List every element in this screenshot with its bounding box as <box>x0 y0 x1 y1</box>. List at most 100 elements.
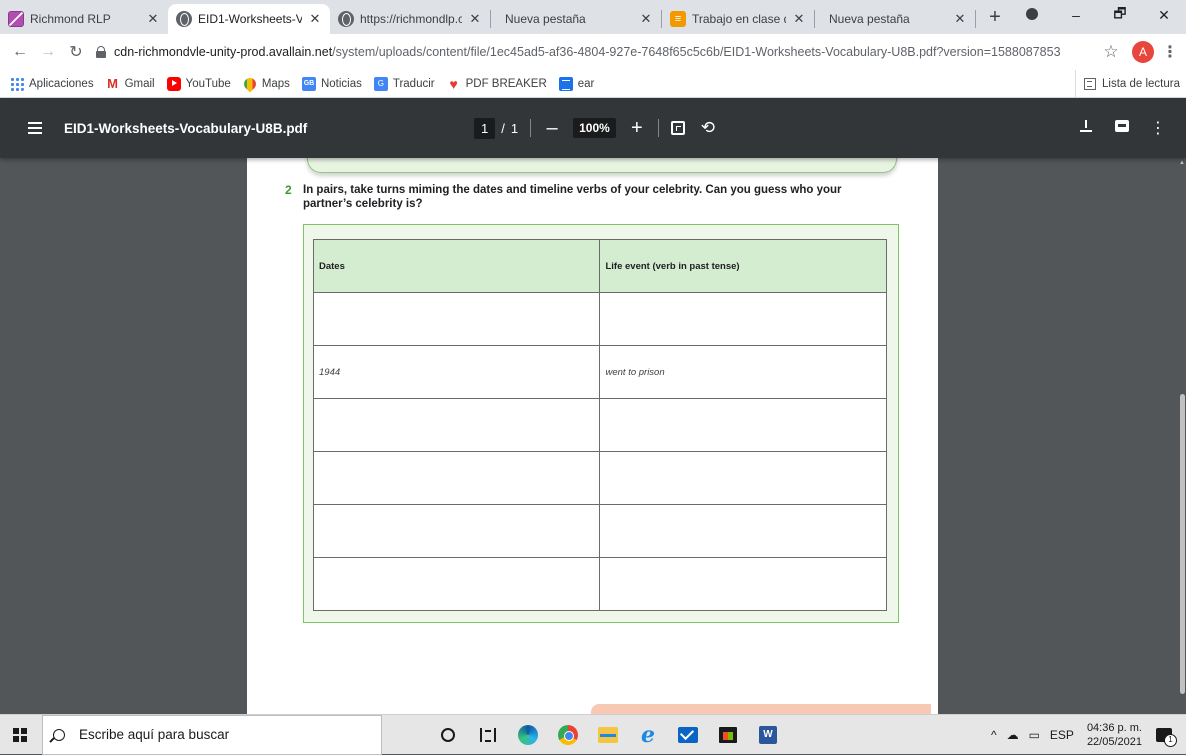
table-frame: Dates Life event (verb in past tense) 19… <box>303 224 899 623</box>
network-icon[interactable]: ▭ <box>1029 728 1040 742</box>
windows-start-icon[interactable] <box>13 727 27 742</box>
bookmark-star-icon[interactable]: ☆ <box>1096 42 1126 62</box>
close-icon[interactable]: ✕ <box>468 11 482 27</box>
fit-to-page-icon[interactable] <box>670 121 685 135</box>
bookmark-youtube[interactable]: YouTube <box>166 76 231 91</box>
close-icon[interactable]: ✕ <box>639 11 653 27</box>
maps-icon <box>241 75 259 92</box>
mail-icon <box>678 726 698 743</box>
tab-title: EID1-Worksheets-Voca <box>198 12 302 26</box>
more-options-icon[interactable]: ⋮ <box>1140 118 1176 138</box>
close-window-button[interactable]: ✕ <box>1142 7 1186 24</box>
profile-menu-button[interactable] <box>1010 7 1054 23</box>
scroll-up-icon[interactable]: ▲ <box>1179 160 1185 166</box>
table-row <box>312 292 887 346</box>
close-icon[interactable]: ✕ <box>792 11 806 27</box>
forward-button[interactable]: → <box>34 43 62 61</box>
clock-time: 04:36 p. m. <box>1086 722 1142 734</box>
page-number-input[interactable]: 1 <box>474 117 496 139</box>
header-life-event: Life event (verb in past tense) <box>599 239 887 293</box>
notification-icon[interactable] <box>1156 728 1177 747</box>
zoom-level-input[interactable]: 100% <box>573 118 616 138</box>
download-button[interactable] <box>1068 119 1104 137</box>
internet-explorer-app[interactable]: e <box>628 715 668 755</box>
bookmark-aplicaciones[interactable]: Aplicaciones <box>10 76 94 91</box>
tray-chevron-icon[interactable]: ^ <box>991 728 997 742</box>
clock-date: 22/05/2021 <box>1086 736 1142 748</box>
tab-nueva-pestana-1[interactable]: Nueva pestaña ✕ <box>491 4 661 34</box>
ear-icon <box>558 76 573 91</box>
bookmark-noticias[interactable]: GB Noticias <box>301 76 362 91</box>
avatar[interactable]: A <box>1132 41 1154 63</box>
event-cell <box>599 398 887 452</box>
close-icon[interactable]: ✕ <box>146 11 160 27</box>
tab-title: Richmond RLP <box>30 12 111 26</box>
translate-icon: G <box>373 76 388 91</box>
windows-taskbar: Escribe aquí para buscar e W ^ ☁ ▭ ESP 0… <box>0 714 1186 755</box>
bookmark-label: Gmail <box>124 77 155 90</box>
word-app[interactable]: W <box>748 715 788 755</box>
task-view-button[interactable] <box>468 715 508 755</box>
zoom-in-button[interactable]: + <box>628 117 646 140</box>
back-button[interactable]: ← <box>6 43 34 61</box>
tab-richmond-rlp[interactable]: Richmond RLP ✕ <box>0 4 168 34</box>
globe-icon <box>176 11 192 27</box>
store-app[interactable] <box>708 715 748 755</box>
language-indicator[interactable]: ESP <box>1050 728 1074 742</box>
tab-nueva-pestana-2[interactable]: Nueva pestaña ✕ <box>815 4 975 34</box>
search-icon <box>53 728 65 741</box>
pdf-canvas[interactable]: 2 In pairs, take turns miming the dates … <box>0 158 1186 714</box>
menu-icon[interactable] <box>28 122 42 134</box>
event-cell <box>599 504 887 558</box>
bookmark-gmail[interactable]: M Gmail <box>106 76 155 91</box>
reading-list-button[interactable]: Lista de lectura <box>1075 70 1180 98</box>
table-row <box>312 451 887 505</box>
header-dates: Dates <box>312 239 601 293</box>
date-cell <box>312 292 601 346</box>
restore-button[interactable]: 🗗 <box>1098 3 1142 27</box>
bookmark-ear[interactable]: ear <box>558 76 594 91</box>
new-tab-button[interactable]: + <box>980 6 1010 29</box>
bookmark-maps[interactable]: Maps <box>241 75 290 92</box>
print-button[interactable] <box>1104 119 1140 137</box>
minimize-button[interactable]: – <box>1054 7 1098 23</box>
event-cell <box>599 451 887 505</box>
cloud-icon[interactable]: ☁ <box>1007 728 1019 742</box>
close-icon[interactable]: ✕ <box>953 11 967 27</box>
exercise-question: 2 In pairs, take turns miming the dates … <box>285 183 845 211</box>
zoom-out-button[interactable]: – <box>543 117 561 140</box>
bookmark-pdf-breaker[interactable]: ♥ PDF BREAKER <box>447 75 546 92</box>
chrome-app[interactable] <box>548 715 588 755</box>
tab-separator <box>975 10 976 28</box>
close-icon[interactable]: ✕ <box>308 11 322 27</box>
file-explorer-app[interactable] <box>588 715 628 755</box>
reload-button[interactable]: ↻ <box>62 42 90 62</box>
tab-strip: Richmond RLP ✕ EID1-Worksheets-Voca ✕ ht… <box>0 0 1186 34</box>
pdf-scrollbar[interactable]: ▲ <box>1178 158 1186 714</box>
tab-pdf-worksheet[interactable]: EID1-Worksheets-Voca ✕ <box>168 4 330 34</box>
lock-icon[interactable] <box>96 46 106 58</box>
rotate-icon[interactable]: ⟲ <box>701 118 715 138</box>
taskbar-search-input[interactable]: Escribe aquí para buscar <box>42 714 382 755</box>
tab-richmondlp[interactable]: https://richmondlp.co ✕ <box>330 4 490 34</box>
internet-explorer-icon: e <box>641 721 655 748</box>
profile-icon <box>1026 8 1038 20</box>
cortana-button[interactable] <box>428 715 468 755</box>
edge-app[interactable] <box>508 715 548 755</box>
mail-app[interactable] <box>668 715 708 755</box>
pdf-filename: EID1-Worksheets-Vocabulary-U8B.pdf <box>64 120 308 136</box>
address-bar[interactable]: cdn-richmondvle-unity-prod.avallain.net /… <box>96 38 1090 66</box>
browser-menu-icon[interactable]: ⋮ <box>1160 42 1180 62</box>
scroll-thumb[interactable] <box>1180 394 1185 694</box>
folder-icon <box>598 726 618 743</box>
bookmark-label: Traducir <box>392 77 435 90</box>
table-row <box>312 504 887 558</box>
date-cell: 1944 <box>312 345 601 399</box>
taskbar-clock[interactable]: 04:36 p. m. 22/05/2021 <box>1087 721 1142 749</box>
tab-title: Nueva pestaña <box>829 12 910 26</box>
heart-icon: ♥ <box>449 75 458 92</box>
tab-trabajo-en-clase[interactable]: ≡ Trabajo en clase de M ✕ <box>662 4 814 34</box>
page-footer-strip <box>591 704 931 714</box>
bookmark-traducir[interactable]: G Traducir <box>373 76 435 91</box>
apps-icon <box>10 76 24 91</box>
